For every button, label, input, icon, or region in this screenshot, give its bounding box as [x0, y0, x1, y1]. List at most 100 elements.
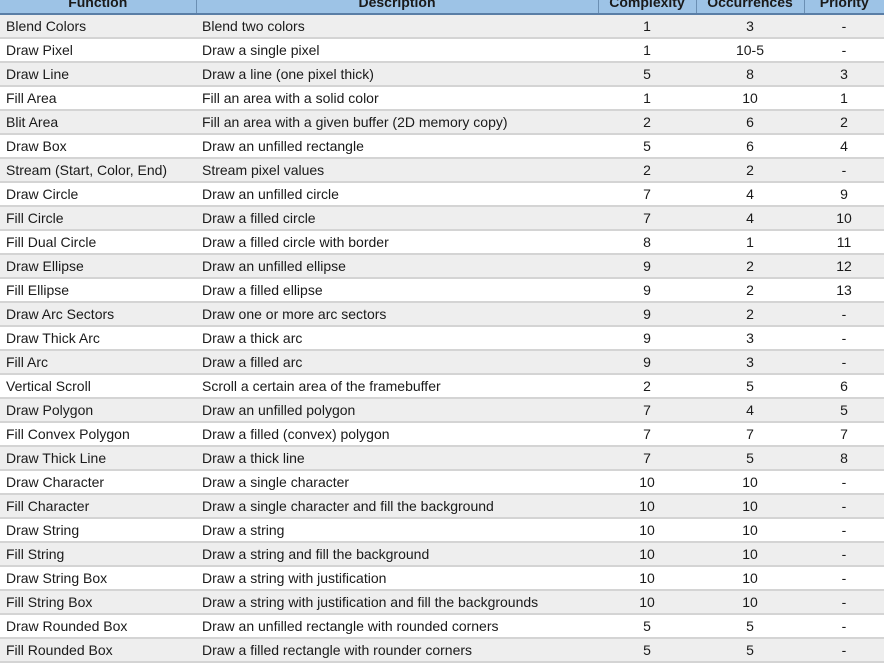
cell-function: Fill Character — [0, 494, 196, 519]
table-row: Draw Rounded Box Draw an unfilled rectang… — [0, 614, 884, 639]
cell-priority: 3 — [804, 62, 884, 87]
cell-priority: 11 — [804, 230, 884, 255]
cell-description: Draw one or more arc sectors — [196, 302, 598, 327]
cell-complexity: 7 — [598, 182, 696, 207]
cell-priority: - — [804, 302, 884, 327]
cell-occurrences: 5 — [696, 638, 804, 663]
cell-function: Draw Arc Sectors — [0, 302, 196, 327]
cell-description: Draw a string — [196, 518, 598, 543]
table-row: Vertical Scroll Scroll a certain area of … — [0, 374, 884, 399]
cell-function: Draw Pixel — [0, 38, 196, 63]
cell-description: Draw a string with justification — [196, 566, 598, 591]
cell-function: Vertical Scroll — [0, 374, 196, 399]
cell-complexity: 10 — [598, 542, 696, 567]
cell-priority: 4 — [804, 134, 884, 159]
cell-function: Draw String Box — [0, 566, 196, 591]
cell-complexity: 9 — [598, 326, 696, 351]
cell-occurrences: 2 — [696, 254, 804, 279]
cell-priority: - — [804, 350, 884, 375]
cell-complexity: 5 — [598, 62, 696, 87]
header-complexity: Complexity — [597, 0, 696, 15]
cell-complexity: 2 — [598, 158, 696, 183]
cell-function: Fill Area — [0, 86, 196, 111]
table-row: Fill Circle Draw a filled circle 7 4 10 — [0, 206, 884, 231]
cell-complexity: 10 — [598, 518, 696, 543]
cell-complexity: 9 — [598, 254, 696, 279]
cell-occurrences: 5 — [696, 374, 804, 399]
cell-occurrences: 2 — [696, 278, 804, 303]
cell-complexity: 7 — [598, 398, 696, 423]
cell-function: Fill Dual Circle — [0, 230, 196, 255]
cell-occurrences: 10-5 — [696, 38, 804, 63]
cell-description: Draw an unfilled ellipse — [196, 254, 598, 279]
cell-function: Draw Rounded Box — [0, 614, 196, 639]
cell-occurrences: 10 — [696, 566, 804, 591]
cell-description: Draw a string with justification and fil… — [196, 590, 598, 615]
cell-occurrences: 3 — [696, 326, 804, 351]
cell-occurrences: 10 — [696, 590, 804, 615]
table-row: Draw Character Draw a single character 10 1… — [0, 470, 884, 495]
table-row: Draw Ellipse Draw an unfilled ellipse 9 2 12 — [0, 254, 884, 279]
cell-function: Draw Thick Arc — [0, 326, 196, 351]
cell-occurrences: 10 — [696, 494, 804, 519]
cell-description: Draw an unfilled circle — [196, 182, 598, 207]
cell-occurrences: 3 — [696, 350, 804, 375]
cell-function: Fill Circle — [0, 206, 196, 231]
cell-priority: 13 — [804, 278, 884, 303]
cell-description: Draw a thick arc — [196, 326, 598, 351]
table-row: Fill String Draw a string and fill the ba… — [0, 542, 884, 567]
cell-description: Scroll a certain area of the framebuffer — [196, 374, 598, 399]
cell-occurrences: 4 — [696, 182, 804, 207]
cell-function: Draw Line — [0, 62, 196, 87]
cell-function: Draw Ellipse — [0, 254, 196, 279]
cell-occurrences: 10 — [696, 470, 804, 495]
table-row: Stream (Start, Color, End) Stream pixel v… — [0, 158, 884, 183]
cell-complexity: 2 — [598, 374, 696, 399]
cell-occurrences: 6 — [696, 134, 804, 159]
cell-occurrences: 2 — [696, 158, 804, 183]
cell-priority: - — [804, 326, 884, 351]
cell-function: Draw Character — [0, 470, 196, 495]
cell-description: Blend two colors — [196, 14, 598, 39]
table-row: Blend Colors Blend two colors 1 3- — [0, 14, 884, 39]
cell-complexity: 5 — [598, 614, 696, 639]
cell-priority: 8 — [804, 446, 884, 471]
cell-description: Draw a filled rectangle with rounder cor… — [196, 638, 598, 663]
cell-occurrences: 2 — [696, 302, 804, 327]
cell-function: Fill String — [0, 542, 196, 567]
cell-priority: 1 — [804, 86, 884, 111]
table-row: Fill String Box Draw a string with justif… — [0, 590, 884, 615]
cell-occurrences: 5 — [696, 446, 804, 471]
header-occurrences: Occurrences — [695, 0, 804, 15]
cell-complexity: 7 — [598, 206, 696, 231]
cell-description: Draw a line (one pixel thick) — [196, 62, 598, 87]
cell-priority: - — [804, 470, 884, 495]
table-row: Draw Thick Arc Draw a thick arc 9 3- — [0, 326, 884, 351]
table-row: Fill Arc Draw a filled arc 9 3- — [0, 350, 884, 375]
cell-description: Draw an unfilled rectangle — [196, 134, 598, 159]
cell-description: Draw a filled arc — [196, 350, 598, 375]
cell-occurrences: 1 — [696, 230, 804, 255]
cell-complexity: 9 — [598, 278, 696, 303]
table-row: Fill Dual Circle Draw a filled circle wit… — [0, 230, 884, 255]
cell-priority: - — [804, 14, 884, 39]
table-row: Draw Arc Sectors Draw one or more arc sec… — [0, 302, 884, 327]
cell-description: Stream pixel values — [196, 158, 598, 183]
cell-function: Fill Convex Polygon — [0, 422, 196, 447]
cell-occurrences: 10 — [696, 86, 804, 111]
cell-description: Draw an unfilled rectangle with rounded … — [196, 614, 598, 639]
cell-priority: - — [804, 566, 884, 591]
table-row: Draw String Draw a string 10 10- — [0, 518, 884, 543]
table-row: Draw Box Draw an unfilled rectangle 5 6 4 — [0, 134, 884, 159]
cell-function: Fill Ellipse — [0, 278, 196, 303]
cell-function: Draw String — [0, 518, 196, 543]
table-row: Fill Convex Polygon Draw a filled (convex… — [0, 422, 884, 447]
cell-priority: 6 — [804, 374, 884, 399]
cell-priority: - — [804, 638, 884, 663]
cell-occurrences: 8 — [696, 62, 804, 87]
cell-complexity: 10 — [598, 494, 696, 519]
cell-complexity: 2 — [598, 110, 696, 135]
cell-function: Fill String Box — [0, 590, 196, 615]
cell-description: Fill an area with a given buffer (2D mem… — [196, 110, 598, 135]
cell-complexity: 7 — [598, 446, 696, 471]
